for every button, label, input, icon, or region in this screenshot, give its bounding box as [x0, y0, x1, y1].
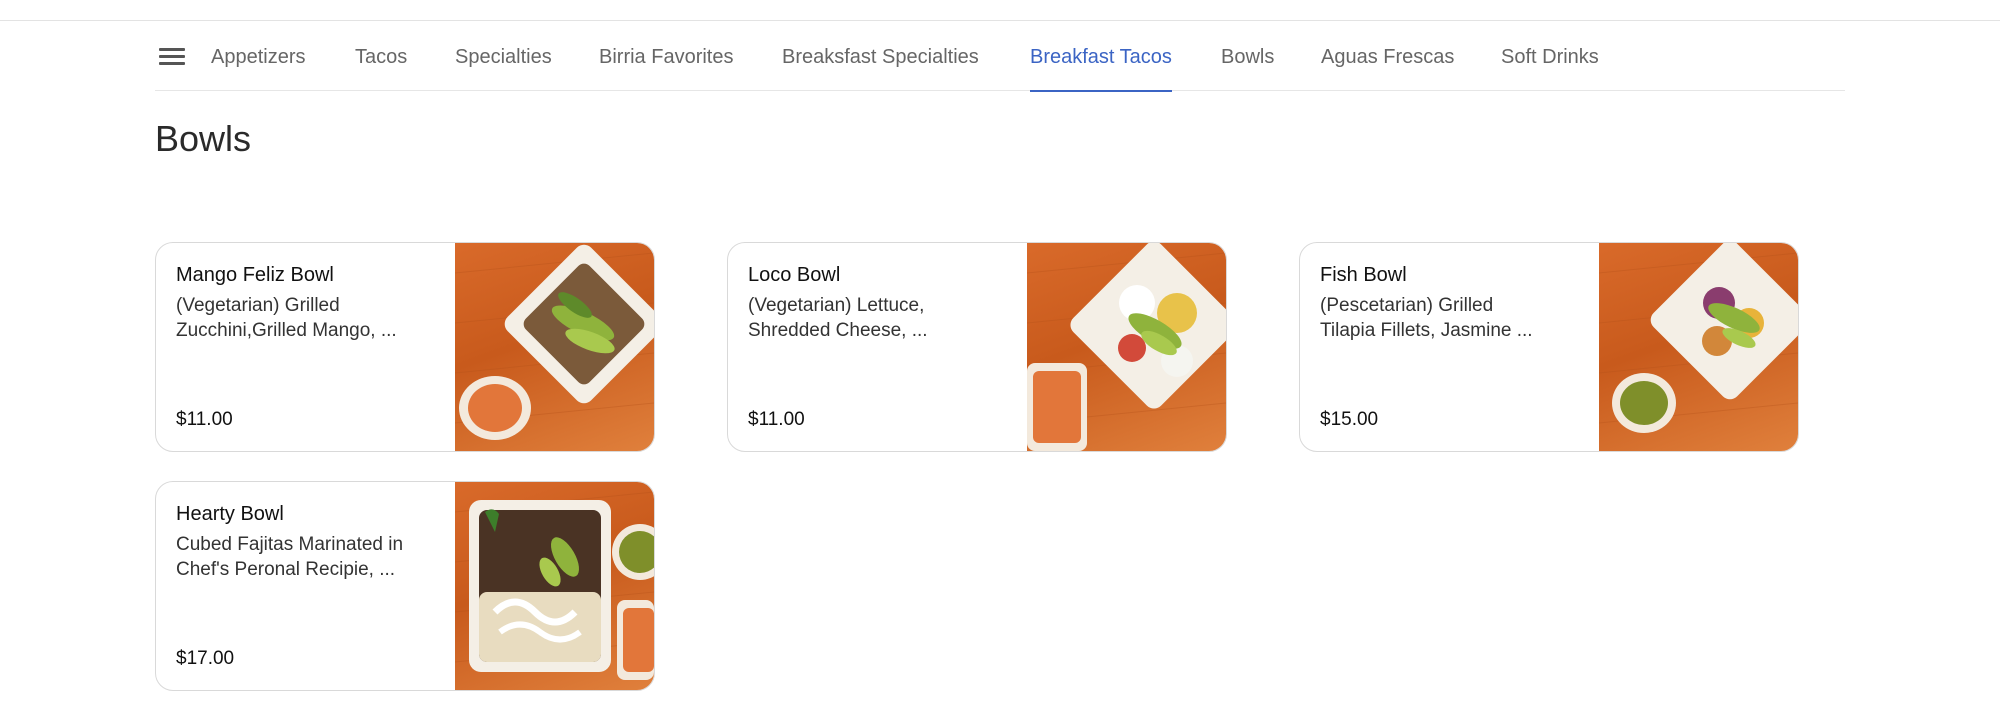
- item-price: $15.00: [1320, 409, 1379, 430]
- section-title: Bowls: [155, 118, 252, 159]
- tab-birria-favorites[interactable]: Birria Favorites: [599, 21, 733, 91]
- card-text: Mango Feliz Bowl (Vegetarian) Grilled Zu…: [176, 261, 436, 343]
- tab-bowls[interactable]: Bowls: [1221, 21, 1274, 91]
- item-name: Fish Bowl: [1320, 264, 1407, 286]
- category-nav: Appetizers Tacos Specialties Birria Favo…: [155, 21, 1845, 92]
- item-price: $11.00: [748, 409, 805, 430]
- tab-breakfast-tacos[interactable]: Breakfast Tacos: [1030, 21, 1172, 92]
- card-text: Fish Bowl (Pescetarian) Grilled Tilapia …: [1320, 261, 1580, 343]
- card-text: Hearty Bowl Cubed Fajitas Marinated in C…: [176, 500, 436, 582]
- bowl-photo: [1027, 243, 1226, 451]
- hamburger-menu-icon[interactable]: [159, 46, 185, 66]
- bowl-photo: [455, 243, 654, 451]
- tab-appetizers[interactable]: Appetizers: [211, 21, 306, 91]
- menu-item-card[interactable]: Loco Bowl (Vegetarian) Lettuce, Shredded…: [727, 242, 1227, 452]
- card-text: Loco Bowl (Vegetarian) Lettuce, Shredded…: [748, 261, 1008, 343]
- item-price: $17.00: [176, 648, 235, 669]
- item-description: (Pescetarian) Grilled Tilapia Fillets, J…: [1320, 295, 1533, 341]
- menu-item-card[interactable]: Mango Feliz Bowl (Vegetarian) Grilled Zu…: [155, 242, 655, 452]
- item-description: (Vegetarian) Grilled Zucchini,Grilled Ma…: [176, 295, 397, 341]
- bowl-photo: [455, 482, 654, 690]
- item-description: (Vegetarian) Lettuce, Shredded Cheese, .…: [748, 295, 928, 341]
- tab-aguas-frescas[interactable]: Aguas Frescas: [1321, 21, 1454, 91]
- item-name: Loco Bowl: [748, 264, 841, 286]
- item-name: Hearty Bowl: [176, 503, 284, 525]
- tab-soft-drinks[interactable]: Soft Drinks: [1501, 21, 1599, 91]
- tab-specialties[interactable]: Specialties: [455, 21, 552, 91]
- item-description: Cubed Fajitas Marinated in Chef's Perona…: [176, 534, 404, 580]
- tab-breaksfast-specialties[interactable]: Breaksfast Specialties: [782, 21, 979, 91]
- item-price: $11.00: [176, 409, 233, 430]
- menu-item-card[interactable]: Fish Bowl (Pescetarian) Grilled Tilapia …: [1299, 242, 1799, 452]
- bowl-photo: [1599, 243, 1798, 451]
- item-name: Mango Feliz Bowl: [176, 264, 334, 286]
- tab-tacos[interactable]: Tacos: [355, 21, 407, 91]
- menu-item-card[interactable]: Hearty Bowl Cubed Fajitas Marinated in C…: [155, 481, 655, 691]
